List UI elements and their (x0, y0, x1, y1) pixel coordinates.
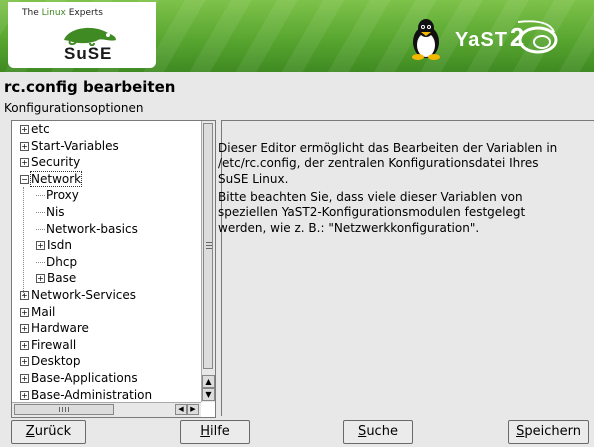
tree-item-label: Nis (46, 204, 65, 219)
expand-icon[interactable]: + (20, 290, 29, 300)
tree-item-label: Isdn (47, 238, 73, 253)
tree-item[interactable]: + Mail (12, 304, 201, 321)
tree-item-label: Base (47, 271, 77, 286)
tree-item-label: Network (29, 170, 83, 187)
horizontal-scroll-thumb[interactable] (14, 404, 114, 415)
tree-item-label: Network-basics (46, 221, 138, 236)
tree-connector (36, 211, 45, 213)
tree-item[interactable]: + Security (12, 154, 201, 171)
help-paragraph-1: Dieser Editor ermöglicht das Bearbeiten … (218, 141, 558, 186)
help-text-panel: Dieser Editor ermöglicht das Bearbeiten … (218, 120, 594, 416)
expand-icon[interactable]: + (20, 125, 29, 134)
scroll-right-arrow-icon[interactable]: ▶ (187, 404, 199, 415)
tree-item-label: Security (31, 155, 81, 170)
config-tree[interactable]: + etc + Start-Variables + Security − Network Pro… (11, 120, 216, 418)
tree-branch-line (23, 187, 24, 295)
collapse-icon[interactable]: − (20, 174, 29, 184)
tux-penguin-icon (412, 19, 440, 60)
tree-item-label: Desktop (31, 354, 81, 369)
expand-icon[interactable]: + (20, 373, 29, 383)
scroll-down-arrow-icon[interactable]: ▼ (202, 388, 215, 401)
expand-icon[interactable]: + (36, 241, 45, 251)
expand-icon[interactable]: + (20, 158, 29, 168)
expand-icon[interactable]: + (20, 141, 29, 151)
tree-item-label: Mail (31, 304, 56, 319)
tree-item-label: Base-Applications (31, 370, 138, 385)
config-options-label: Konfigurationsoptionen (4, 101, 144, 115)
save-button[interactable]: Speichern (508, 420, 589, 444)
tree-item[interactable]: + Network-Services (12, 287, 201, 304)
brand-name: SuSE (64, 44, 113, 63)
back-button[interactable]: Zurück (11, 420, 86, 444)
tree-connector (36, 261, 45, 263)
tree-connector (36, 195, 45, 197)
tree-connector (36, 228, 45, 230)
chameleon-icon (64, 27, 116, 46)
vertical-scroll-thumb[interactable] (203, 123, 213, 369)
tree-item-label: etc (31, 122, 50, 136)
tree-item-label: Dhcp (46, 254, 78, 269)
help-paragraph-2: Bitte beachten Sie, dass viele dieser Va… (218, 190, 526, 235)
expand-icon[interactable]: + (20, 307, 29, 317)
tree-item[interactable]: Network-basics (12, 221, 201, 238)
tree-item[interactable]: + etc (12, 121, 201, 138)
tree-item-label: Proxy (46, 188, 79, 203)
dialog-title: rc.config bearbeiten (4, 78, 176, 96)
tree-item[interactable]: + Firewall (12, 337, 201, 354)
help-button[interactable]: Hilfe (180, 420, 250, 444)
tree-item[interactable]: + Base (12, 270, 201, 287)
expand-icon[interactable]: + (20, 390, 29, 400)
expand-icon[interactable]: + (20, 324, 29, 334)
tree-vertical-scrollbar[interactable]: ▲ ▼ (201, 121, 215, 402)
tree-list: + etc + Start-Variables + Security − Network Pro… (12, 121, 201, 403)
tree-item-label: Start-Variables (31, 138, 119, 153)
tree-horizontal-scrollbar[interactable]: ◀ ▶ (12, 402, 201, 417)
tree-item[interactable]: Dhcp (12, 254, 201, 271)
scroll-left-arrow-icon[interactable]: ◀ (175, 404, 187, 415)
tree-item[interactable]: Nis (12, 204, 201, 221)
expand-icon[interactable]: + (36, 274, 45, 284)
tree-item[interactable]: + Base-Applications (12, 370, 201, 387)
tree-item-label: Hardware (31, 321, 89, 336)
tree-item[interactable]: + Hardware (12, 320, 201, 337)
tree-item[interactable]: − Network (12, 170, 201, 188)
tree-item[interactable]: + Desktop (12, 353, 201, 370)
product-name: YaST2 (455, 22, 526, 52)
expand-icon[interactable]: + (20, 357, 29, 367)
tree-item[interactable]: + Base-Administration (12, 387, 201, 404)
tree-item[interactable]: Proxy (12, 187, 201, 204)
tree-item-label: Network-Services (31, 287, 137, 302)
tree-item[interactable]: + Start-Variables (12, 138, 201, 155)
tree-item-label: Firewall (31, 337, 77, 352)
tree-item-label: Base-Administration (31, 387, 153, 402)
header-banner: The Linux Experts SuSE YaST2 (0, 0, 594, 72)
tree-item[interactable]: + Isdn (12, 237, 201, 254)
brand-tagline: The Linux Experts (22, 8, 103, 18)
search-button[interactable]: Suche (343, 420, 413, 444)
expand-icon[interactable]: + (20, 340, 29, 350)
scroll-up-arrow-icon[interactable]: ▲ (202, 375, 215, 388)
suse-logo: The Linux Experts SuSE (8, 2, 156, 68)
